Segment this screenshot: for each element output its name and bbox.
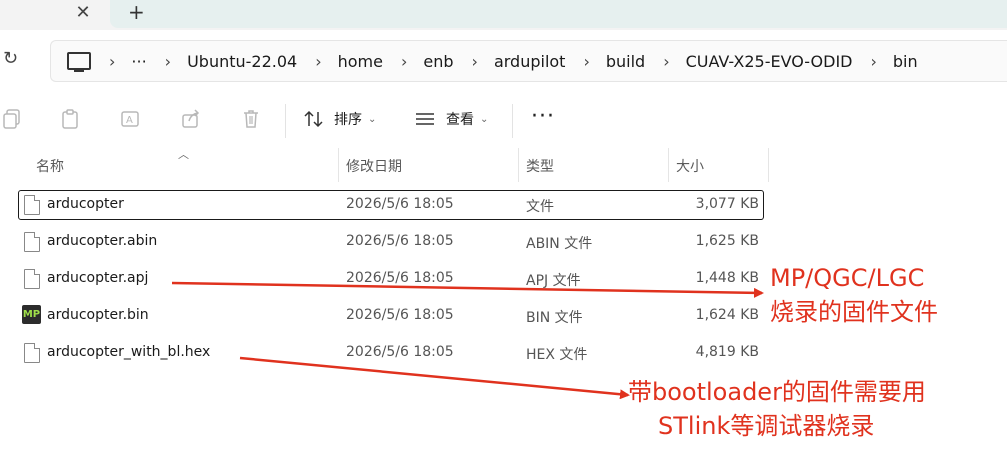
apj-arrow [171, 281, 764, 298]
annotation-hex-line1: 带bootloader的固件需要用 [628, 378, 926, 406]
annotation-apj-line2: 烧录的固件文件 [770, 298, 938, 326]
annotation-hex-line2: STlink等调试器烧录 [658, 412, 875, 440]
hex-arrow [239, 356, 630, 400]
annotation-apj-line1: MP/QGC/LGC [770, 264, 925, 292]
